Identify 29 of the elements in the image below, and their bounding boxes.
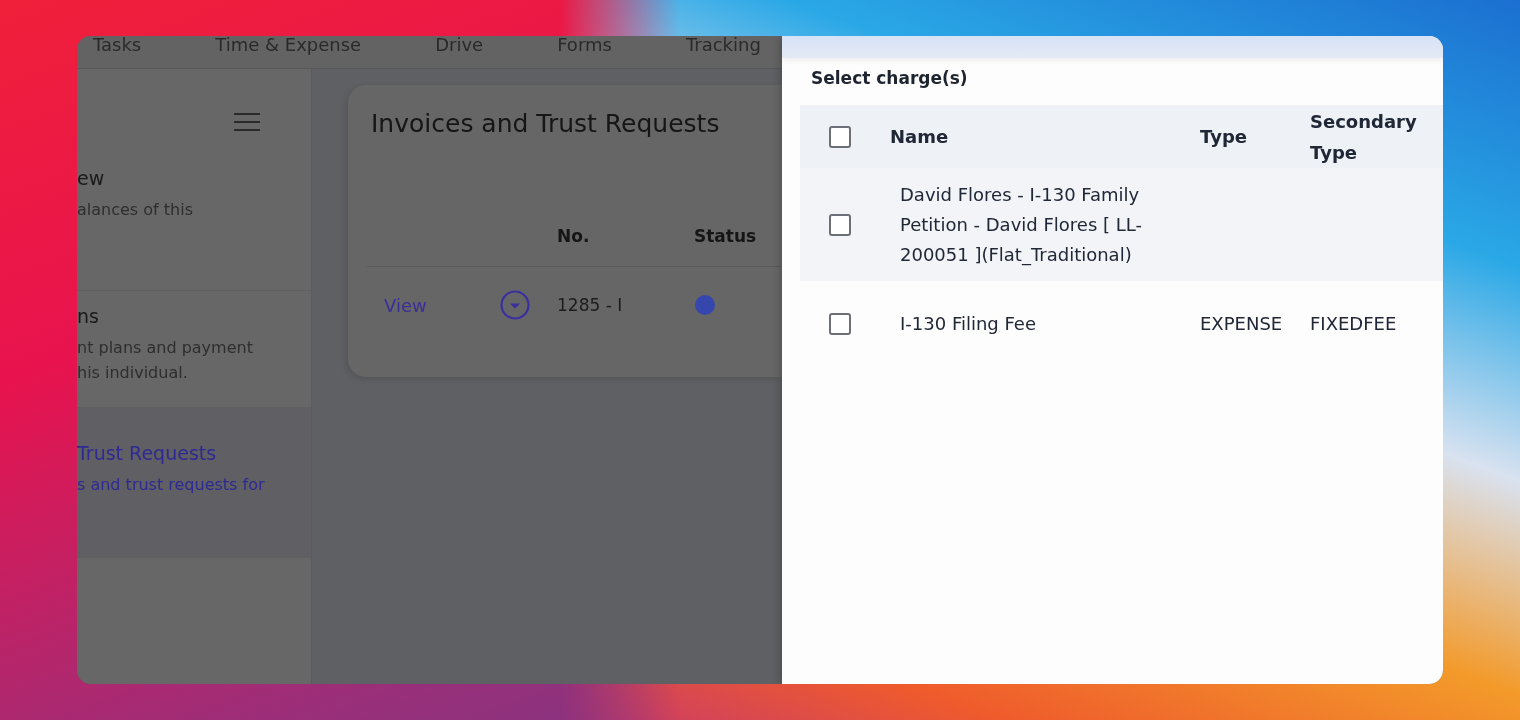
sidebar-item-description: nt plans and payment his individual.	[77, 337, 254, 384]
column-header: Secondary Type	[1309, 109, 1418, 165]
nav-tab[interactable]: Forms	[557, 36, 612, 54]
column-header: Name	[889, 124, 950, 149]
sidebar-item-title: ew	[77, 167, 106, 189]
table-cell: EXPENSE	[1200, 313, 1283, 334]
table-cell: FIXEDFEE	[1310, 313, 1397, 334]
menu-icon[interactable]	[234, 113, 260, 131]
checkbox[interactable]	[829, 125, 851, 148]
card-title: Invoices and Trust Requests	[371, 109, 721, 138]
column-header: No.	[557, 226, 591, 246]
sidebar-item[interactable]: ew alances of this	[77, 159, 311, 291]
checkbox[interactable]	[829, 213, 851, 236]
sidebar-item-title: ns	[77, 305, 100, 327]
checkbox[interactable]	[829, 312, 851, 335]
table-row[interactable]: I-130 Filing Fee EXPENSE FIXEDFEE	[800, 281, 1443, 366]
view-link[interactable]: View	[384, 294, 427, 316]
nav-tab[interactable]: Drive	[435, 36, 484, 54]
table-cell: I-130 Filing Fee	[900, 312, 1036, 334]
column-header: Status	[694, 226, 758, 246]
nav-tab[interactable]: Tracking	[685, 36, 761, 54]
nav-tab[interactable]: Time & Expense	[215, 36, 362, 54]
table-cell-text: 1285 - I	[557, 295, 624, 315]
table-cell: David Flores - I-130 Family Petition - David Flores [ LL-200051 ](Flat_Traditional)	[900, 183, 1142, 265]
column-header: Type	[1199, 126, 1248, 147]
table-row[interactable]: David Flores - I-130 Family Petition - David Flores [ LL-200051 ](Flat_Traditional)	[800, 168, 1443, 281]
sidebar-item-description: alances of this	[77, 199, 194, 221]
nav-tab[interactable]: Tasks	[93, 36, 142, 54]
section-label: Select charge(s)	[810, 67, 969, 90]
